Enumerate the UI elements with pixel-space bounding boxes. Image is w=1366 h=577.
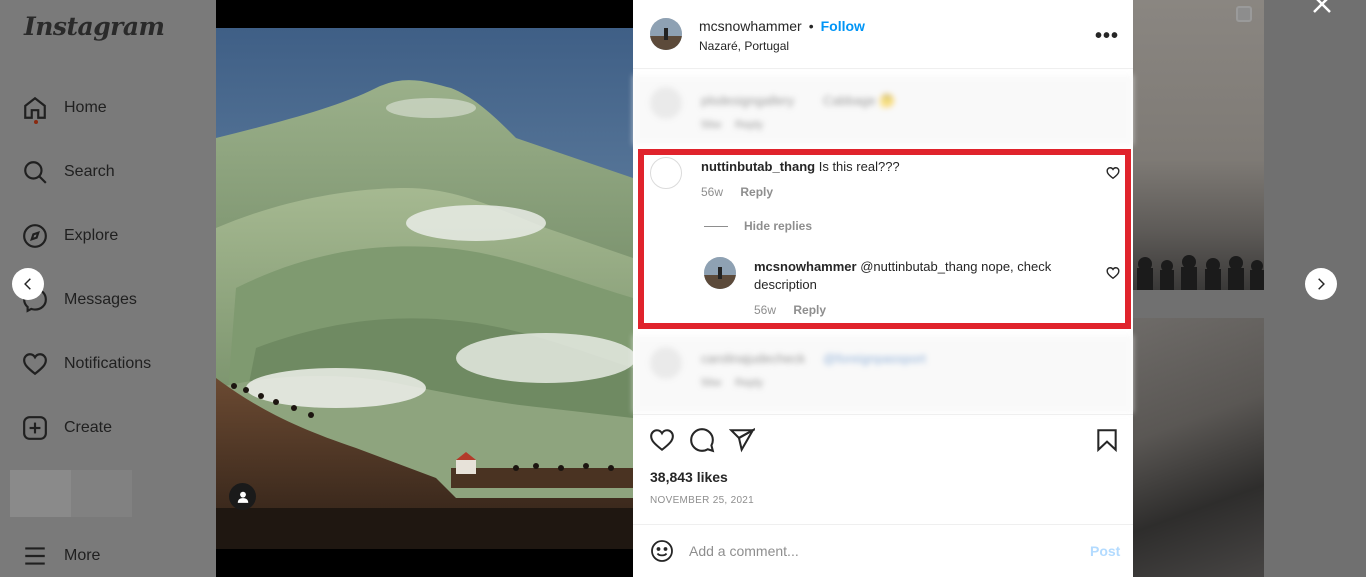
wave-photo — [216, 28, 633, 549]
comment-time: 56w — [701, 377, 722, 389]
notification-dot — [34, 120, 38, 124]
sidebar-item-create[interactable]: Create — [22, 413, 112, 443]
post-media — [216, 0, 633, 577]
chevron-left-icon — [24, 278, 31, 290]
sidebar-item-label: More — [64, 547, 101, 564]
comment-username: plsdesigngallery — [701, 93, 795, 108]
sidebar-item-more[interactable]: More — [22, 541, 100, 571]
search-icon — [24, 161, 47, 184]
comment-reply: Reply — [735, 377, 764, 389]
background-feed-checkbox — [1236, 6, 1252, 22]
instagram-logo[interactable]: Instagram — [24, 12, 165, 41]
comment-time: 56w — [701, 119, 722, 131]
post-image[interactable] — [216, 28, 633, 549]
profile-thumbnail[interactable] — [71, 470, 132, 517]
post-details-panel: mcsnowhammer • Follow Nazaré, Portugal •… — [633, 0, 1133, 577]
divider — [633, 414, 1133, 415]
like-icon[interactable] — [649, 427, 675, 453]
likes-count[interactable]: 38,843 likes — [650, 469, 728, 485]
add-comment-input[interactable] — [689, 538, 1069, 564]
comment-text: @foreignpassport — [823, 351, 926, 366]
author-avatar[interactable] — [650, 18, 682, 50]
comment-item: carolinajudecheck @foreignpassport 56w R… — [633, 335, 1133, 413]
sidebar-item-label: Home — [64, 99, 107, 116]
background-feed-image — [1137, 255, 1264, 290]
sidebar-item-home[interactable]: Home — [22, 93, 107, 124]
divider — [633, 524, 1133, 525]
hamburger-icon — [25, 547, 45, 565]
heart-icon — [23, 353, 47, 376]
close-icon[interactable] — [1310, 0, 1334, 16]
emoji-icon[interactable] — [650, 539, 674, 563]
chevron-right-icon — [1318, 278, 1325, 290]
profile-thumbnail[interactable] — [10, 470, 71, 517]
comment-text: Cabbage 🤔 — [823, 93, 896, 108]
sidebar-item-label: Explore — [64, 227, 119, 244]
post-location[interactable]: Nazaré, Portugal — [699, 39, 789, 53]
commenter-avatar — [650, 347, 682, 379]
sidebar-item-explore[interactable]: Explore — [22, 221, 118, 251]
sidebar-item-notifications[interactable]: Notifications — [22, 349, 151, 379]
next-post-button[interactable] — [1305, 268, 1337, 300]
home-icon — [24, 96, 46, 119]
comment-reply: Reply — [735, 119, 764, 131]
post-comment-button[interactable]: Post — [1090, 543, 1120, 559]
sidebar-item-label: Create — [64, 419, 113, 436]
share-icon[interactable] — [729, 427, 755, 453]
sidebar-item-search[interactable]: Search — [22, 157, 115, 187]
highlight-box — [638, 149, 1131, 329]
more-options-button[interactable]: ••• — [1095, 25, 1119, 48]
author-username[interactable]: mcsnowhammer — [699, 18, 802, 34]
compass-icon — [23, 224, 47, 248]
author-line: mcsnowhammer • Follow — [699, 18, 865, 34]
comment-username: carolinajudecheck — [701, 351, 806, 366]
sidebar-item-label: Search — [64, 163, 115, 180]
user-icon — [237, 491, 248, 503]
post-header: mcsnowhammer • Follow Nazaré, Portugal •… — [633, 0, 1133, 69]
previous-post-button[interactable] — [12, 268, 44, 300]
sidebar-item-label: Notifications — [64, 355, 152, 372]
comment-icon[interactable] — [689, 427, 715, 453]
comment-item: plsdesigngallery Cabbage 🤔 56w Reply — [633, 75, 1133, 145]
background-feed-image — [1133, 318, 1264, 577]
separator-dot: • — [808, 18, 814, 34]
follow-button[interactable]: Follow — [821, 18, 865, 34]
save-bookmark-icon[interactable] — [1094, 427, 1120, 453]
commenter-avatar — [650, 87, 682, 119]
post-date: NOVEMBER 25, 2021 — [650, 495, 755, 506]
tagged-users-button[interactable] — [229, 483, 256, 510]
sidebar-item-label: Messages — [64, 291, 137, 308]
plus-square-icon — [23, 416, 47, 440]
background-feed-image — [1133, 0, 1264, 290]
